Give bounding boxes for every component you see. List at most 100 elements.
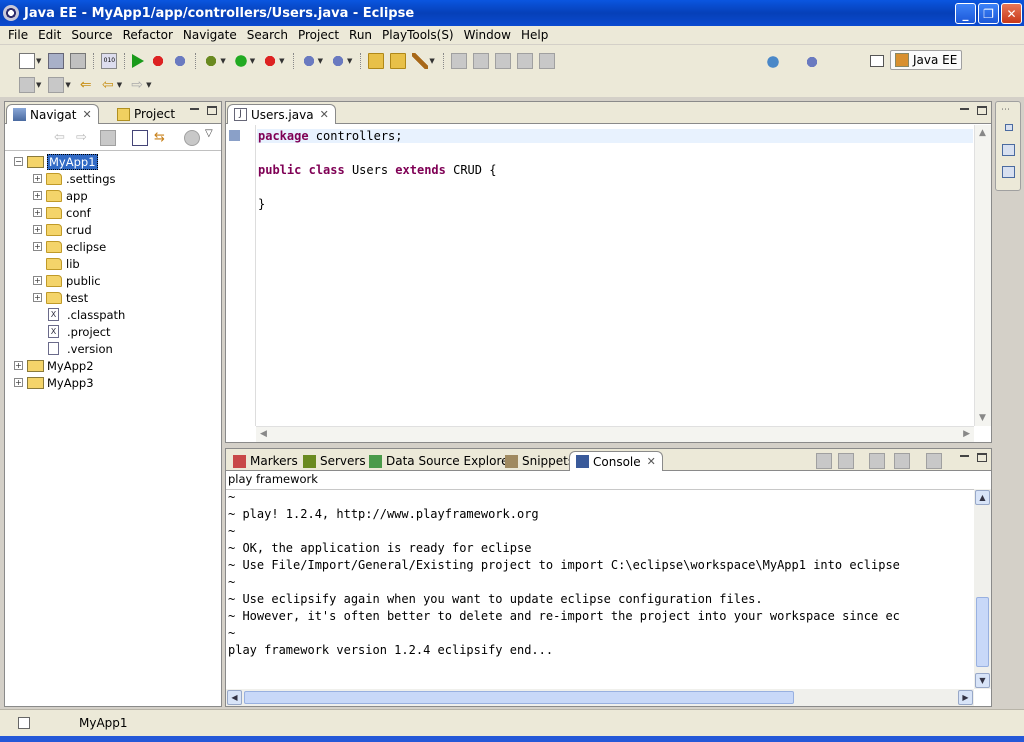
annotation-icon[interactable] bbox=[450, 53, 467, 69]
play-debug-icon[interactable] bbox=[150, 53, 167, 69]
close-window-button[interactable]: ✕ bbox=[1001, 3, 1022, 24]
console-vertical-scrollbar[interactable]: ▲ ▼ bbox=[974, 489, 991, 689]
menu-source[interactable]: Source bbox=[66, 28, 117, 42]
open-perspective-icon[interactable] bbox=[870, 55, 884, 67]
tree-item[interactable]: + crud bbox=[33, 221, 92, 238]
filter-icon[interactable] bbox=[184, 130, 200, 146]
expand-icon[interactable]: + bbox=[33, 225, 42, 234]
annotation-next-dropdown-icon[interactable]: ▼ bbox=[36, 81, 41, 89]
scroll-left-icon[interactable]: ◀ bbox=[260, 429, 267, 439]
outline-icon[interactable] bbox=[1002, 144, 1015, 156]
scroll-lock-icon[interactable] bbox=[838, 453, 854, 469]
up-icon[interactable] bbox=[100, 130, 116, 146]
expand-icon[interactable]: + bbox=[33, 174, 42, 183]
display-console-icon[interactable] bbox=[894, 453, 910, 469]
tree-item[interactable]: + eclipse bbox=[33, 238, 106, 255]
new-dropdown-icon[interactable]: ▼ bbox=[36, 57, 41, 65]
run-icon[interactable] bbox=[232, 53, 249, 69]
back-icon[interactable]: ⇦ bbox=[54, 130, 70, 146]
tree-item[interactable]: + app bbox=[33, 187, 88, 204]
minimize-icon[interactable] bbox=[960, 455, 969, 457]
close-icon[interactable]: ✕ bbox=[82, 108, 91, 121]
tree-item[interactable]: + conf bbox=[33, 204, 91, 221]
tab-navigator[interactable]: Navigat ✕ bbox=[6, 104, 99, 124]
maximize-icon[interactable] bbox=[977, 106, 987, 115]
minimize-icon[interactable] bbox=[190, 108, 199, 110]
scroll-left-icon[interactable]: ◀ bbox=[227, 690, 242, 705]
show-source-icon[interactable] bbox=[516, 53, 533, 69]
tree-item[interactable]: lib bbox=[33, 255, 80, 272]
external-tools-dropdown-icon[interactable]: ▼ bbox=[279, 57, 284, 65]
view-menu-icon[interactable]: ▽ bbox=[205, 128, 213, 139]
forward-icon[interactable]: ⇨ bbox=[129, 77, 145, 93]
new-class-dropdown-icon[interactable]: ▼ bbox=[347, 57, 352, 65]
scroll-up-icon[interactable]: ▲ bbox=[975, 490, 990, 505]
expand-icon[interactable]: + bbox=[33, 276, 42, 285]
tree-item[interactable]: + test bbox=[33, 289, 88, 306]
print-icon[interactable] bbox=[70, 53, 87, 69]
tree-item[interactable]: + public bbox=[33, 272, 101, 289]
tab-markers[interactable]: Markers bbox=[227, 451, 304, 471]
new-server-icon[interactable] bbox=[300, 53, 317, 69]
task-list-icon[interactable] bbox=[1002, 166, 1015, 178]
tab-data-source-explorer[interactable]: Data Source Explorer bbox=[363, 451, 519, 471]
tree-item[interactable]: + .settings bbox=[33, 170, 116, 187]
back-dropdown-icon[interactable]: ▼ bbox=[117, 81, 122, 89]
code-line[interactable]: public class Users extends CRUD { bbox=[258, 163, 496, 177]
menu-help[interactable]: Help bbox=[516, 28, 553, 42]
restore-icon[interactable] bbox=[1005, 124, 1013, 131]
annotation-next-icon[interactable] bbox=[19, 77, 35, 93]
tab-servers[interactable]: Servers bbox=[297, 451, 372, 471]
pin-console-icon[interactable] bbox=[869, 453, 885, 469]
scroll-up-icon[interactable]: ▲ bbox=[979, 128, 986, 138]
tree-item[interactable]: X .classpath bbox=[33, 306, 125, 323]
link-with-editor-icon[interactable]: ⇆ bbox=[154, 130, 170, 146]
run-dropdown-icon[interactable]: ▼ bbox=[250, 57, 255, 65]
task-icon[interactable] bbox=[804, 54, 820, 70]
minimize-icon[interactable] bbox=[960, 108, 969, 110]
console-scroll-thumb[interactable] bbox=[976, 597, 989, 667]
save-icon[interactable] bbox=[48, 53, 65, 69]
editor-horizontal-scrollbar[interactable]: ◀ ▶ bbox=[256, 426, 974, 442]
expand-icon[interactable]: + bbox=[33, 242, 42, 251]
scroll-right-icon[interactable]: ▶ bbox=[958, 690, 973, 705]
forward-dropdown-icon[interactable]: ▼ bbox=[146, 81, 151, 89]
tab-project[interactable]: Project bbox=[111, 104, 181, 124]
expand-icon[interactable]: + bbox=[14, 378, 23, 387]
perspective-java-ee[interactable]: Java EE bbox=[890, 50, 962, 70]
debug-icon[interactable] bbox=[203, 53, 220, 69]
mark-occurrences-icon[interactable] bbox=[472, 53, 489, 69]
search-dropdown-icon[interactable]: ▼ bbox=[429, 57, 434, 65]
scroll-down-icon[interactable]: ▼ bbox=[979, 413, 986, 423]
search-icon[interactable] bbox=[412, 53, 429, 69]
binary-icon[interactable]: 010 bbox=[101, 53, 118, 69]
tree-item[interactable]: − MyApp1 bbox=[14, 153, 98, 170]
menu-project[interactable]: Project bbox=[293, 28, 344, 42]
annotation-prev-dropdown-icon[interactable]: ▼ bbox=[65, 81, 70, 89]
new-server-dropdown-icon[interactable]: ▼ bbox=[318, 57, 323, 65]
code-line[interactable]: } bbox=[258, 197, 265, 211]
collapse-all-icon[interactable] bbox=[132, 130, 148, 146]
tree-item[interactable]: + MyApp2 bbox=[14, 357, 94, 374]
forward-icon[interactable]: ⇨ bbox=[76, 130, 92, 146]
console-hscroll-thumb[interactable] bbox=[244, 691, 794, 704]
expand-icon[interactable]: + bbox=[33, 293, 42, 302]
show-whitespace-icon[interactable] bbox=[538, 53, 555, 69]
play-refresh-icon[interactable] bbox=[172, 53, 189, 69]
external-tools-icon[interactable] bbox=[262, 53, 279, 69]
web-browser-icon[interactable] bbox=[765, 54, 781, 70]
expand-icon[interactable]: + bbox=[14, 361, 23, 370]
fast-view-icon[interactable] bbox=[18, 717, 30, 729]
new-icon[interactable] bbox=[19, 53, 35, 69]
editor-vertical-scrollbar[interactable]: ▲ ▼ bbox=[974, 125, 991, 426]
menu-playtoolss[interactable]: PlayTools(S) bbox=[377, 28, 459, 42]
open-resource-icon[interactable] bbox=[390, 53, 407, 69]
open-console-icon[interactable] bbox=[926, 453, 942, 469]
maximize-icon[interactable] bbox=[977, 453, 987, 462]
back-icon[interactable]: ⇦ bbox=[100, 77, 116, 93]
code-editor[interactable]: package controllers; public class Users e… bbox=[226, 125, 991, 442]
debug-dropdown-icon[interactable]: ▼ bbox=[220, 57, 225, 65]
console-horizontal-scrollbar[interactable]: ◀ ▶ bbox=[226, 689, 974, 706]
menu-window[interactable]: Window bbox=[459, 28, 516, 42]
play-run-icon[interactable] bbox=[132, 54, 145, 68]
